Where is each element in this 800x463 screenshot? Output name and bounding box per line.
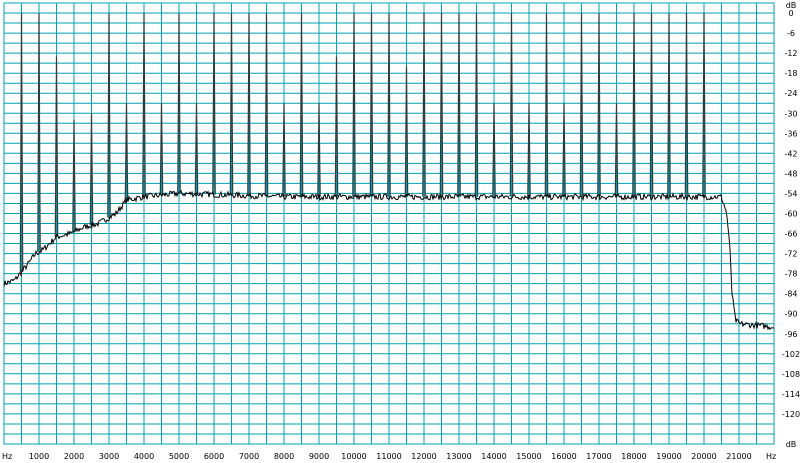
x-tick-label: 10000 xyxy=(341,452,366,461)
y-tick-label: -18 xyxy=(784,69,797,78)
y-tick-label: -30 xyxy=(784,109,797,118)
x-tick-label: 4000 xyxy=(134,452,154,461)
x-tick-label: 8000 xyxy=(274,452,294,461)
y-tick-labels: 0 -6 -12 -18 -24 -30 -36 -42 -48 -54 -60 -66 -72 -78 -… xyxy=(782,9,800,419)
y-tick-label: -36 xyxy=(784,129,797,138)
x-tick-label: 5000 xyxy=(169,452,189,461)
y-tick-label: -48 xyxy=(784,169,797,178)
x-tick-label: 11000 xyxy=(376,452,401,461)
y-tick-label: -12 xyxy=(784,49,797,58)
x-tick-label: 17000 xyxy=(586,452,611,461)
x-tick-label: 18000 xyxy=(621,452,646,461)
x-tick-label: 16000 xyxy=(551,452,576,461)
spectrum-chart: 1000 2000 3000 4000 5000 6000 7000 8000 9000 1000… xyxy=(0,0,800,463)
x-tick-label: 1000 xyxy=(29,452,49,461)
y-tick-label: -120 xyxy=(782,410,800,419)
y-tick-label: -90 xyxy=(784,310,797,319)
y-tick-label: 0 xyxy=(788,9,793,18)
y-tick-label: -114 xyxy=(782,390,800,399)
x-unit-left: Hz xyxy=(2,452,12,461)
y-tick-label: -54 xyxy=(784,189,797,198)
y-tick-label: -60 xyxy=(784,210,797,219)
x-tick-label: 14000 xyxy=(481,452,506,461)
x-tick-label: 15000 xyxy=(516,452,541,461)
y-tick-label: -78 xyxy=(784,270,797,279)
x-tick-label: 3000 xyxy=(99,452,119,461)
y-unit-top: dB xyxy=(786,1,797,10)
x-tick-label: 2000 xyxy=(64,452,84,461)
y-tick-label: -66 xyxy=(784,230,797,239)
y-tick-label: -72 xyxy=(784,250,797,259)
y-tick-label: -96 xyxy=(784,330,797,339)
x-tick-label: 19000 xyxy=(656,452,681,461)
x-tick-label: 20000 xyxy=(691,452,716,461)
x-tick-label: 9000 xyxy=(309,452,329,461)
x-tick-label: 13000 xyxy=(446,452,471,461)
y-tick-label: -84 xyxy=(784,290,797,299)
x-tick-label: 21000 xyxy=(726,452,751,461)
y-tick-label: -6 xyxy=(787,29,795,38)
x-tick-labels: 1000 2000 3000 4000 5000 6000 7000 8000 9000 1000… xyxy=(29,452,752,461)
y-tick-label: -108 xyxy=(782,370,800,379)
y-unit-bottom: dB xyxy=(786,440,797,449)
x-unit-right: Hz xyxy=(766,452,776,461)
x-tick-label: 7000 xyxy=(239,452,259,461)
y-tick-label: -42 xyxy=(784,149,797,158)
y-tick-label: -102 xyxy=(782,350,800,359)
y-tick-label: -24 xyxy=(784,89,797,98)
x-tick-label: 12000 xyxy=(411,452,436,461)
x-tick-label: 6000 xyxy=(204,452,224,461)
